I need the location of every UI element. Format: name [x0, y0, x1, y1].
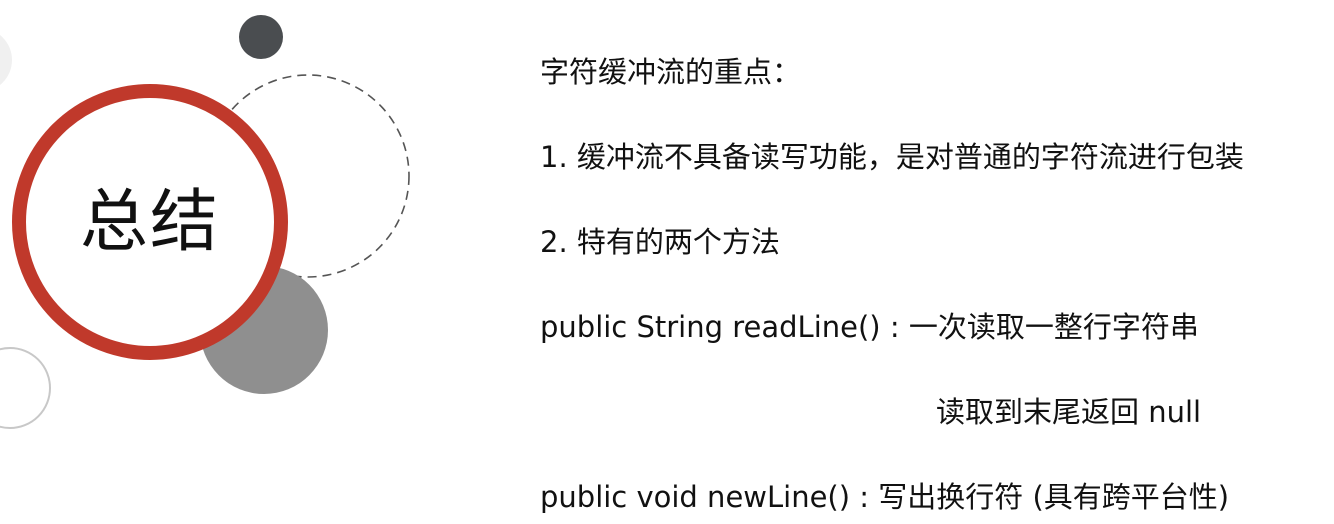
method-readline: public String readLine() : 一次读取一整行字符串 [540, 310, 1199, 344]
faint-circle [0, 35, 12, 85]
slide-title: 总结 [79, 183, 220, 262]
method-newline: public void newLine() : 写出换行符 (具有跨平台性) [540, 480, 1230, 514]
outline-circle [0, 347, 51, 429]
point-1: 1. 缓冲流不具备读写功能，是对普通的字符流进行包装 [540, 140, 1244, 174]
method-readline-note: 读取到末尾返回 null [936, 395, 1202, 429]
slide: 总结 字符缓冲流的重点： 1. 缓冲流不具备读写功能，是对普通的字符流进行包装 … [0, 0, 1334, 524]
point-2: 2. 特有的两个方法 [540, 225, 780, 259]
section-heading: 字符缓冲流的重点： [540, 55, 802, 89]
dark-dot [239, 15, 283, 59]
